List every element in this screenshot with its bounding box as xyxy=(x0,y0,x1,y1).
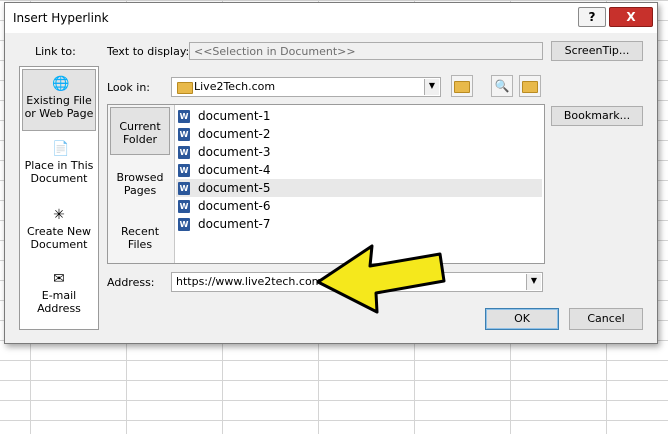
annotation-arrow xyxy=(316,244,446,314)
yellow-arrow-icon xyxy=(316,244,446,314)
